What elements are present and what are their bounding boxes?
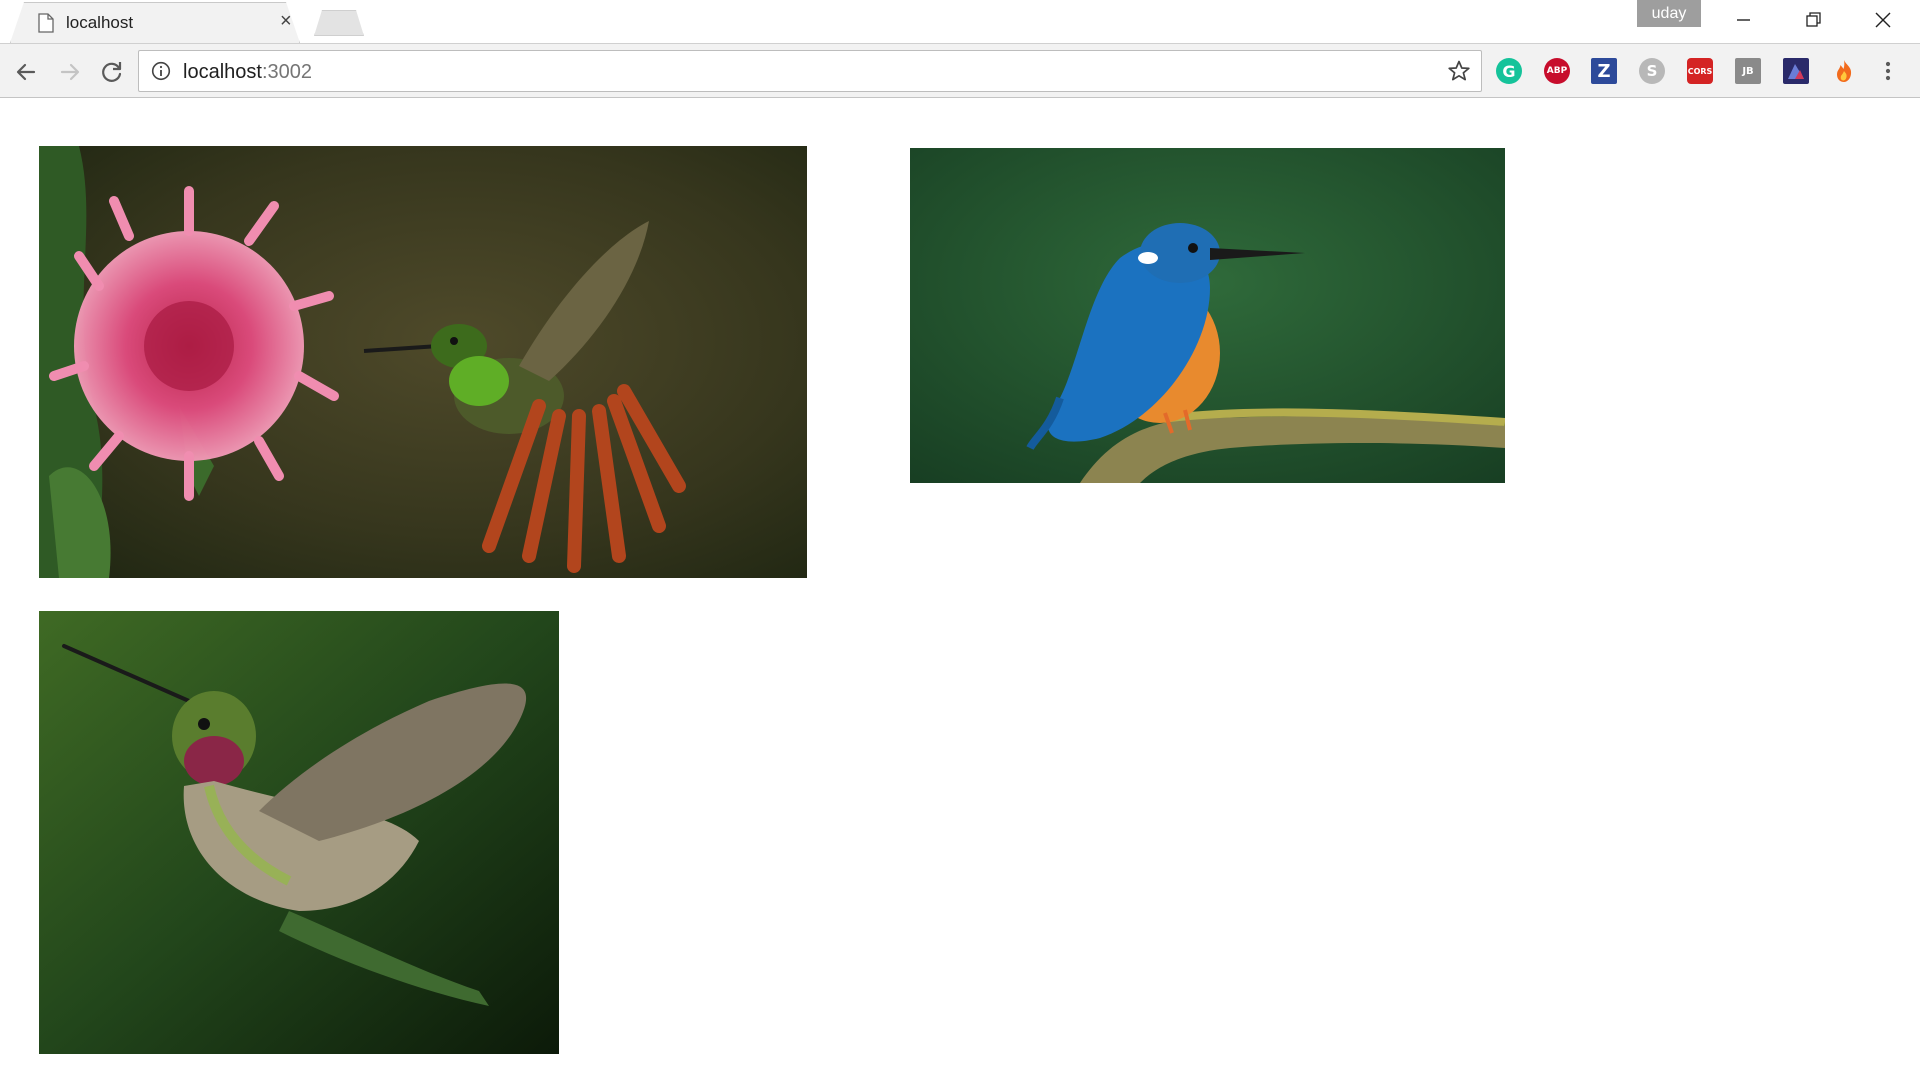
tab-strip: localhost × uday <box>0 0 1920 43</box>
star-icon[interactable] <box>1447 59 1471 83</box>
url-port: :3002 <box>261 61 312 83</box>
forward-arrow-icon[interactable] <box>56 58 84 86</box>
back-arrow-icon[interactable] <box>12 58 40 86</box>
adblock-plus-extension-icon[interactable]: ABP <box>1544 58 1570 84</box>
tab-title: localhost <box>66 13 134 32</box>
window-close-icon[interactable] <box>1863 8 1903 32</box>
hummingbird-with-pink-flower-photo <box>39 146 807 578</box>
browser-toolbar: localhost:3002 G ABP Z S CORS JB <box>0 43 1920 98</box>
kingfisher-on-branch-photo <box>910 148 1505 483</box>
new-tab-button[interactable] <box>314 10 364 36</box>
kebab-menu-icon[interactable] <box>1882 58 1894 84</box>
minimize-icon[interactable] <box>1723 8 1763 32</box>
skype-extension-icon[interactable]: S <box>1639 58 1665 84</box>
document-icon <box>38 13 54 33</box>
zotero-extension-icon[interactable]: Z <box>1591 58 1617 84</box>
profile-badge[interactable]: uday <box>1637 0 1701 27</box>
grammarly-extension-icon[interactable]: G <box>1496 58 1522 84</box>
active-tab-content: localhost × <box>10 2 300 44</box>
hummingbird-closeup-photo <box>39 611 559 1054</box>
tab-close-icon[interactable]: × <box>280 11 292 31</box>
dark-extension-glyph <box>1788 64 1804 79</box>
restore-icon[interactable] <box>1793 8 1833 32</box>
flame-icon <box>1837 60 1852 82</box>
dark-extension-icon[interactable] <box>1783 58 1809 84</box>
address-bar[interactable]: localhost:3002 <box>138 50 1482 92</box>
fire-extension-icon[interactable] <box>1831 58 1857 84</box>
info-icon[interactable] <box>151 61 171 81</box>
reload-icon[interactable] <box>98 58 126 86</box>
cors-extension-icon[interactable]: CORS <box>1687 58 1713 84</box>
url-text[interactable]: localhost:3002 <box>183 61 312 84</box>
jetbrains-extension-icon[interactable]: JB <box>1735 58 1761 84</box>
url-host: localhost <box>183 61 262 83</box>
